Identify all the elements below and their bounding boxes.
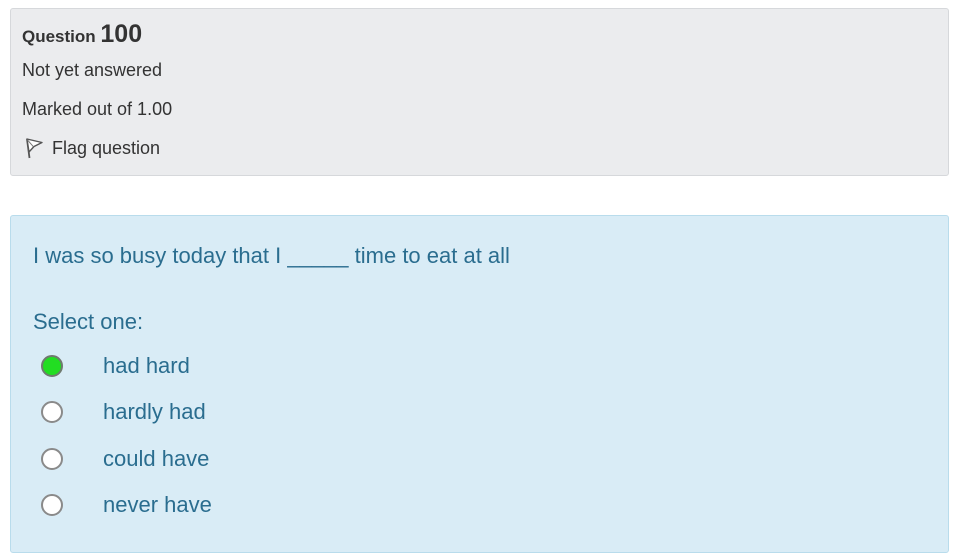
answer-label[interactable]: could have <box>103 444 209 474</box>
radio-button[interactable] <box>41 494 63 517</box>
radio-button[interactable] <box>41 401 63 424</box>
answer-label[interactable]: hardly had <box>103 397 206 427</box>
question-number: 100 <box>100 20 143 48</box>
answer-label[interactable]: never have <box>103 490 212 520</box>
question-heading: Question 100 <box>22 19 937 49</box>
answer-label[interactable]: had hard <box>103 351 190 381</box>
question-info-panel: Question 100 Not yet answered Marked out… <box>10 8 949 176</box>
answer-option-4[interactable]: never have <box>33 482 926 528</box>
question-label: Question <box>22 27 96 46</box>
question-text: I was so busy today that I _____ time to… <box>33 243 510 268</box>
flag-question-button[interactable]: Flag question <box>22 136 937 160</box>
answer-option-1[interactable]: had hard <box>33 343 926 389</box>
answer-option-2[interactable]: hardly had <box>33 389 926 435</box>
select-prompt: Select one: <box>33 309 144 334</box>
question-state: Not yet answered <box>22 60 163 80</box>
flag-icon <box>26 138 43 159</box>
answer-list: had hard hardly had could have never hav… <box>33 343 926 528</box>
radio-button[interactable] <box>41 447 63 470</box>
question-content: I was so busy today that I _____ time to… <box>10 215 949 553</box>
answer-option-3[interactable]: could have <box>33 436 926 482</box>
question-grade: Marked out of 1.00 <box>22 99 173 119</box>
flag-question-label: Flag question <box>52 138 161 158</box>
radio-button[interactable] <box>41 355 63 378</box>
